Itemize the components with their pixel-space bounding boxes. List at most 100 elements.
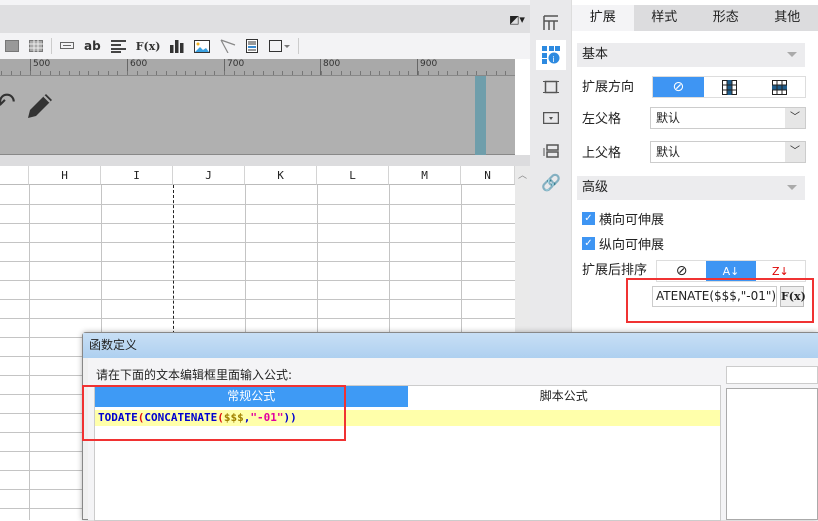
dialog-title[interactable]: 函数定义 xyxy=(83,333,818,358)
ruler-tick xyxy=(457,71,458,75)
bar-chart-icon[interactable] xyxy=(170,36,184,56)
widget-icon[interactable] xyxy=(536,103,566,133)
column-header[interactable]: L xyxy=(317,166,389,185)
ruler-tick xyxy=(156,71,157,75)
ruler-tick xyxy=(195,71,196,75)
align-icon[interactable] xyxy=(111,36,126,56)
column-header[interactable]: H xyxy=(29,166,101,185)
ruler-tick xyxy=(11,71,12,75)
panel-menu-icon[interactable]: ◩▾ xyxy=(509,13,525,26)
tab-style[interactable]: 样式 xyxy=(634,5,696,31)
border-icon[interactable] xyxy=(268,36,290,56)
cell-attribute-icon[interactable]: i xyxy=(536,40,566,70)
checkbox-label: 横向可伸展 xyxy=(599,209,664,228)
ruler-tick xyxy=(108,71,109,75)
undo-icon[interactable]: ↶ xyxy=(0,88,16,118)
text-icon[interactable]: ab xyxy=(84,36,101,56)
formula-icon[interactable]: F(x) xyxy=(136,36,161,56)
ruler-tick xyxy=(205,71,206,75)
scroll-up-icon[interactable]: ︿ xyxy=(518,168,527,181)
ruler-tick xyxy=(273,71,274,75)
image-icon[interactable] xyxy=(194,36,210,56)
function-search-input[interactable] xyxy=(726,366,818,384)
h-expand-checkbox[interactable]: ✓横向可伸展 xyxy=(582,209,664,228)
ruler-tick xyxy=(399,71,400,75)
chevron-down-icon[interactable]: ﹀ xyxy=(785,108,805,128)
top-parent-label: 上父格 xyxy=(582,142,621,161)
section-advanced[interactable]: 高级 xyxy=(577,176,805,200)
function-category-list[interactable] xyxy=(726,388,818,520)
row-line xyxy=(0,261,515,262)
tab-script-formula[interactable]: 脚本公式 xyxy=(408,386,721,407)
ruler-tick xyxy=(40,71,41,75)
ruler-tick xyxy=(476,71,477,75)
v-expand-checkbox[interactable]: ✓纵向可伸展 xyxy=(582,234,664,253)
ruler-tick xyxy=(137,71,138,75)
column-header[interactable]: N xyxy=(461,166,515,185)
subreport-icon[interactable] xyxy=(246,36,258,56)
top-parent-value: 默认 xyxy=(656,145,680,159)
condition-icon[interactable] xyxy=(536,136,566,166)
ruler-tick xyxy=(292,71,293,75)
ruler-tick xyxy=(350,71,351,75)
ruler-tick xyxy=(370,71,371,75)
column-header[interactable]: I xyxy=(101,166,173,185)
pencil-icon[interactable] xyxy=(24,90,56,122)
left-parent-label: 左父格 xyxy=(582,108,621,127)
ruler-tick xyxy=(30,71,31,75)
cell-layout-icon[interactable] xyxy=(536,8,566,38)
ruler-tick xyxy=(341,71,342,75)
merge-cell-icon[interactable] xyxy=(5,36,19,56)
column-header[interactable]: K xyxy=(245,166,317,185)
ruler-tick xyxy=(428,71,429,75)
horizontal-expand-icon[interactable] xyxy=(754,77,805,97)
ruler-tick xyxy=(147,71,148,75)
chevron-down-icon[interactable]: ﹀ xyxy=(785,142,805,162)
ruler-tick xyxy=(263,71,264,75)
page-boundary-marker xyxy=(475,76,486,155)
row-line xyxy=(0,204,515,205)
row-line xyxy=(0,223,515,224)
column-header-blank xyxy=(0,166,29,185)
column-line xyxy=(29,185,30,520)
slash-icon[interactable] xyxy=(220,36,236,56)
column-header[interactable]: J xyxy=(173,166,245,185)
ruler-tick xyxy=(331,71,332,75)
column-header[interactable]: M xyxy=(389,166,461,185)
ruler-tick xyxy=(176,71,177,75)
ruler-tick xyxy=(379,71,380,75)
frame-icon[interactable] xyxy=(536,72,566,102)
ruler-tick xyxy=(214,71,215,75)
ruler-tick xyxy=(166,71,167,75)
text-field-icon[interactable] xyxy=(60,36,74,56)
ruler-tick xyxy=(20,71,21,75)
ruler-tick xyxy=(467,71,468,75)
ruler-tick xyxy=(69,71,70,75)
left-parent-value: 默认 xyxy=(656,111,680,125)
ruler-tick xyxy=(282,71,283,75)
no-expand-icon[interactable]: ⊘ xyxy=(653,77,704,97)
tab-form[interactable]: 形态 xyxy=(695,5,757,31)
expand-direction-label: 扩展方向 xyxy=(582,76,634,95)
left-parent-select[interactable]: 默认 ﹀ xyxy=(650,107,806,129)
top-parent-select[interactable]: 默认 ﹀ xyxy=(650,141,806,163)
design-canvas[interactable]: ↶ xyxy=(0,76,515,155)
vertical-expand-icon[interactable] xyxy=(704,77,755,97)
svg-text:i: i xyxy=(553,55,555,64)
highlight-box xyxy=(626,278,814,323)
ruler-tick xyxy=(185,71,186,75)
separator xyxy=(0,155,530,166)
ruler-tick xyxy=(389,71,390,75)
hyperlink-icon[interactable]: 🔗 xyxy=(536,167,566,197)
ruler-tick xyxy=(224,71,225,75)
tab-expand[interactable]: 扩展 xyxy=(572,5,634,31)
row-line xyxy=(0,299,515,300)
ruler-tick xyxy=(79,71,80,75)
ruler-tick xyxy=(311,71,312,75)
grid-icon[interactable] xyxy=(29,36,43,56)
section-basic[interactable]: 基本 xyxy=(577,43,805,67)
tab-other[interactable]: 其他 xyxy=(757,5,818,31)
ruler-tick xyxy=(408,71,409,75)
ruler-tick xyxy=(88,71,89,75)
title-bar: ◩▾ xyxy=(0,5,530,33)
